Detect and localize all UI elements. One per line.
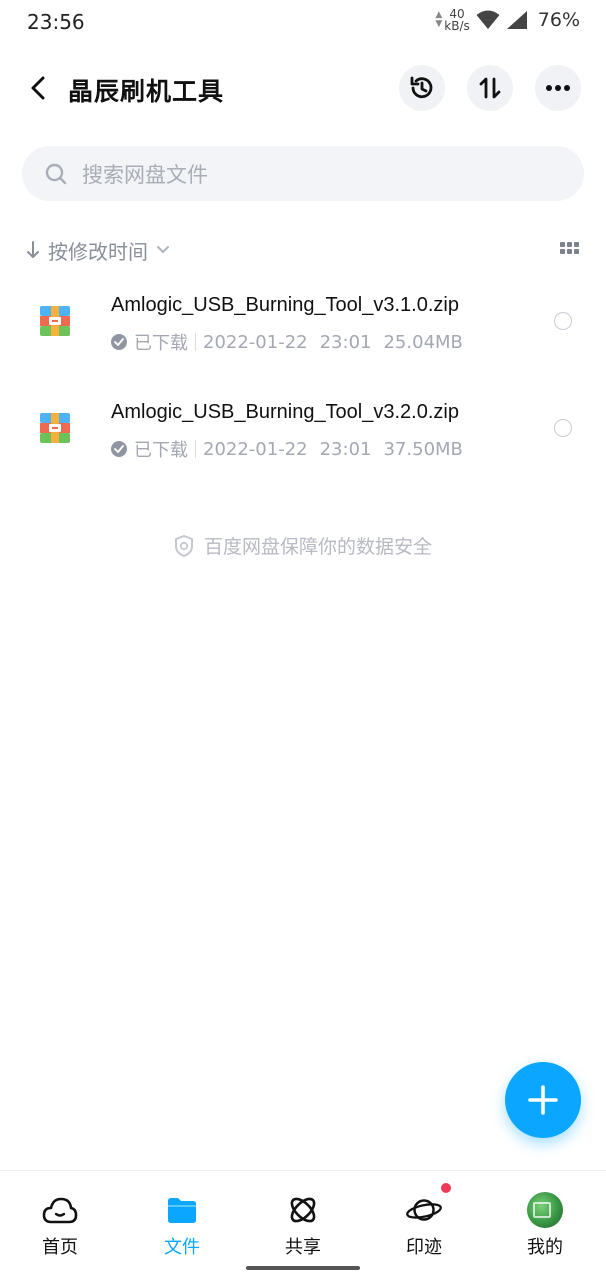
bottom-nav: 首页 文件 共享 印迹 我的 <box>0 1170 606 1280</box>
zip-archive-icon <box>40 306 70 336</box>
transfer-button[interactable] <box>467 65 513 111</box>
transfer-icon <box>479 77 501 99</box>
nav-item-traces[interactable]: 印迹 <box>364 1171 484 1267</box>
downloaded-check-icon <box>111 441 127 457</box>
status-time: 23:56 <box>27 10 85 34</box>
file-name: Amlogic_USB_Burning_Tool_v3.2.0.zip <box>111 401 459 423</box>
status-bar: 23:56 ▲ ▼ 40 kB/s 76% <box>0 0 606 44</box>
net-speed-unit: kB/s <box>444 19 470 33</box>
home-indicator[interactable] <box>246 1266 360 1270</box>
cellular-signal-icon <box>506 11 527 29</box>
chevron-left-icon <box>31 76 45 100</box>
file-meta: 已下载 2022-01-22 23:01 25.04MB <box>111 329 463 355</box>
divider <box>195 440 196 458</box>
planet-icon <box>405 1183 451 1229</box>
search-input[interactable]: 搜索网盘文件 <box>22 146 584 201</box>
select-checkbox[interactable] <box>554 419 572 437</box>
network-speed: ▲ ▼ 40 kB/s <box>435 8 469 32</box>
nav-label: 印迹 <box>406 1237 442 1258</box>
avatar <box>527 1192 563 1228</box>
safety-note: 百度网盘保障你的数据安全 <box>0 532 606 559</box>
nav-item-files[interactable]: 文件 <box>122 1171 242 1267</box>
more-button[interactable] <box>535 65 581 111</box>
file-time: 23:01 <box>319 438 372 460</box>
file-date: 2022-01-22 <box>203 331 308 353</box>
shield-icon <box>174 534 193 557</box>
divider <box>195 333 196 351</box>
file-list: Amlogic_USB_Burning_Tool_v3.1.0.zip 已下载 … <box>0 280 606 494</box>
file-meta: 已下载 2022-01-22 23:01 37.50MB <box>111 436 463 462</box>
more-icon <box>546 85 570 91</box>
search-placeholder: 搜索网盘文件 <box>82 162 208 187</box>
file-size: 25.04MB <box>383 331 463 353</box>
notification-badge <box>441 1183 451 1193</box>
file-date: 2022-01-22 <box>203 438 308 460</box>
nav-label: 文件 <box>164 1237 200 1258</box>
history-icon <box>410 76 433 99</box>
nav-item-share[interactable]: 共享 <box>243 1171 363 1267</box>
plus-icon <box>528 1085 558 1115</box>
nav-label: 首页 <box>42 1237 78 1258</box>
page-title: 晶辰刷机工具 <box>68 77 225 106</box>
nav-label: 我的 <box>527 1237 563 1258</box>
history-button[interactable] <box>399 65 445 111</box>
file-name: Amlogic_USB_Burning_Tool_v3.1.0.zip <box>111 294 459 316</box>
wifi-icon <box>476 10 500 29</box>
header: 晶辰刷机工具 <box>0 62 606 114</box>
add-button[interactable] <box>505 1062 581 1138</box>
search-icon <box>44 162 68 186</box>
sort-label: 按修改时间 <box>48 239 148 264</box>
zip-archive-icon <box>40 413 70 443</box>
battery-level: 76% <box>537 9 580 31</box>
network-arrows-icon: ▲ ▼ <box>435 10 443 29</box>
download-status: 已下载 <box>134 333 188 354</box>
back-button[interactable] <box>22 72 54 104</box>
file-row[interactable]: Amlogic_USB_Burning_Tool_v3.2.0.zip 已下载 … <box>0 387 606 494</box>
select-checkbox[interactable] <box>554 312 572 330</box>
nav-item-home[interactable]: 首页 <box>0 1171 120 1267</box>
downloaded-check-icon <box>111 334 127 350</box>
folder-icon <box>163 1191 201 1229</box>
file-row[interactable]: Amlogic_USB_Burning_Tool_v3.1.0.zip 已下载 … <box>0 280 606 387</box>
nav-label: 共享 <box>285 1237 321 1258</box>
status-indicators: ▲ ▼ 40 kB/s 76% <box>435 8 580 32</box>
file-size: 37.50MB <box>383 438 463 460</box>
chevron-down-icon <box>156 243 170 257</box>
cloud-home-icon <box>41 1191 79 1229</box>
grid-view-icon[interactable] <box>560 242 580 258</box>
nav-item-profile[interactable]: 我的 <box>485 1171 605 1267</box>
share-atom-icon <box>284 1191 322 1229</box>
download-status: 已下载 <box>134 440 188 461</box>
file-time: 23:01 <box>319 331 372 353</box>
sort-selector[interactable]: 按修改时间 <box>26 236 170 265</box>
safety-note-text: 百度网盘保障你的数据安全 <box>203 536 432 558</box>
sort-bar: 按修改时间 <box>26 234 580 266</box>
sort-arrow-icon <box>27 241 39 258</box>
